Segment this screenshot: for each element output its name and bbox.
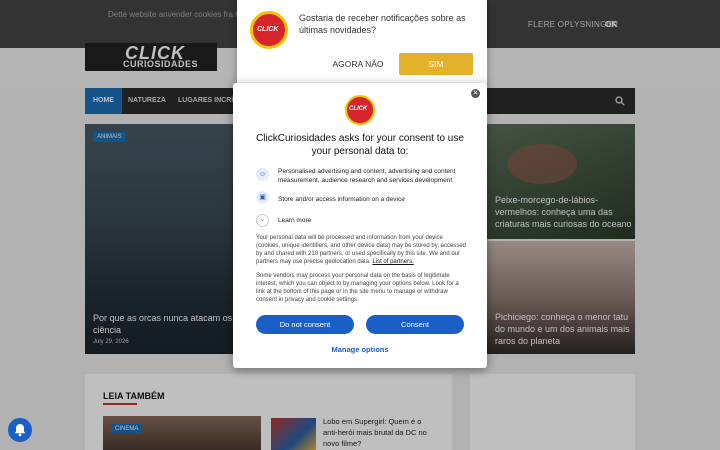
notification-logo: CLICK <box>250 11 288 49</box>
consent-dialog: ✕ CLICK ClickCuriosidades asks for your … <box>233 83 487 368</box>
notification-bell-button[interactable] <box>8 418 32 442</box>
do-not-consent-button[interactable]: Do not consent <box>256 315 354 334</box>
consent-purpose-text: Personalised advertising and content, ad… <box>278 168 456 184</box>
device-icon: ▣ <box>256 191 269 204</box>
notification-decline-button[interactable]: AGORA NÃO <box>324 53 392 75</box>
close-icon[interactable]: ✕ <box>471 89 480 98</box>
consent-body-text: Your personal data will be processed and… <box>256 234 466 266</box>
consent-button[interactable]: Consent <box>366 315 464 334</box>
consent-purpose-row: ▣ Store and/or access information on a d… <box>256 191 470 207</box>
consent-body-paragraph-2: Some vendors may process your personal d… <box>256 273 459 303</box>
notification-accept-button[interactable]: SIM <box>399 53 473 75</box>
manage-options-button[interactable]: Manage options <box>233 345 487 354</box>
consent-body-paragraph: Your personal data will be processed and… <box>256 235 467 265</box>
chevron-down-icon[interactable]: ⌄ <box>256 214 269 227</box>
consent-logo-text: CLICK <box>349 106 368 112</box>
push-notification-prompt: CLICK Gostaria de receber notificações s… <box>237 0 487 86</box>
person-icon: ☺ <box>256 168 269 181</box>
consent-logo: CLICK <box>345 95 375 125</box>
consent-purpose-text: Store and/or access information on a dev… <box>278 196 405 203</box>
learn-more-toggle[interactable]: Learn more <box>278 217 311 224</box>
consent-title: ClickCuriosidades asks for your consent … <box>256 133 464 157</box>
notification-logo-text: CLICK <box>257 26 279 33</box>
notification-text: Gostaria de receber notificações sobre a… <box>299 13 466 35</box>
consent-purpose-row: ☺ Personalised advertising and content, … <box>256 167 470 187</box>
partners-link[interactable]: List of partners. <box>372 259 413 265</box>
bell-icon <box>14 424 26 437</box>
